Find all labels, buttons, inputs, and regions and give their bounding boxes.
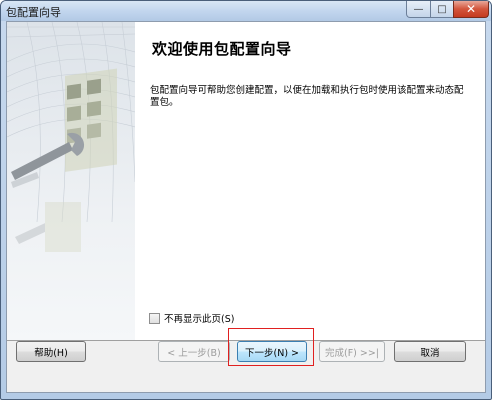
dont-show-again-label: 不再显示此页(S)	[164, 314, 235, 325]
close-button[interactable]: ✕	[453, 1, 489, 18]
title-bar[interactable]: 包配置向导 — □ ✕	[1, 1, 491, 21]
wizard-content-panel: 欢迎使用包配置向导 包配置向导可帮助您创建配置，以便在加载和执行包时使用该配置来…	[6, 21, 485, 341]
dont-show-again-checkbox[interactable]	[149, 312, 160, 324]
wizard-side-banner	[6, 21, 136, 340]
page-title: 欢迎使用包配置向导	[152, 40, 292, 58]
dont-show-again-option[interactable]: 不再显示此页(S)	[149, 311, 234, 325]
wizard-window: 包配置向导 — □ ✕ 欢迎使用包配置向导 包配置向导可帮助您创建配置，以便在加…	[0, 0, 492, 400]
minimize-icon: —	[413, 3, 424, 15]
next-button-highlight	[228, 328, 314, 366]
wizard-description: 包配置向导可帮助您创建配置，以便在加载和执行包时使用该配置来动态配置包。	[150, 85, 464, 108]
wizard-banner-illustration	[6, 21, 136, 252]
window-title: 包配置向导	[6, 6, 61, 19]
help-button[interactable]: 帮助(H)	[16, 341, 86, 362]
maximize-button[interactable]: □	[430, 1, 454, 18]
maximize-icon: □	[437, 3, 447, 15]
minimize-button[interactable]: —	[406, 1, 431, 18]
back-button[interactable]: < 上一步(B)	[158, 341, 230, 362]
cancel-button[interactable]: 取消	[394, 341, 466, 362]
close-icon: ✕	[465, 2, 477, 16]
finish-button[interactable]: 完成(F) >>|	[319, 341, 385, 362]
